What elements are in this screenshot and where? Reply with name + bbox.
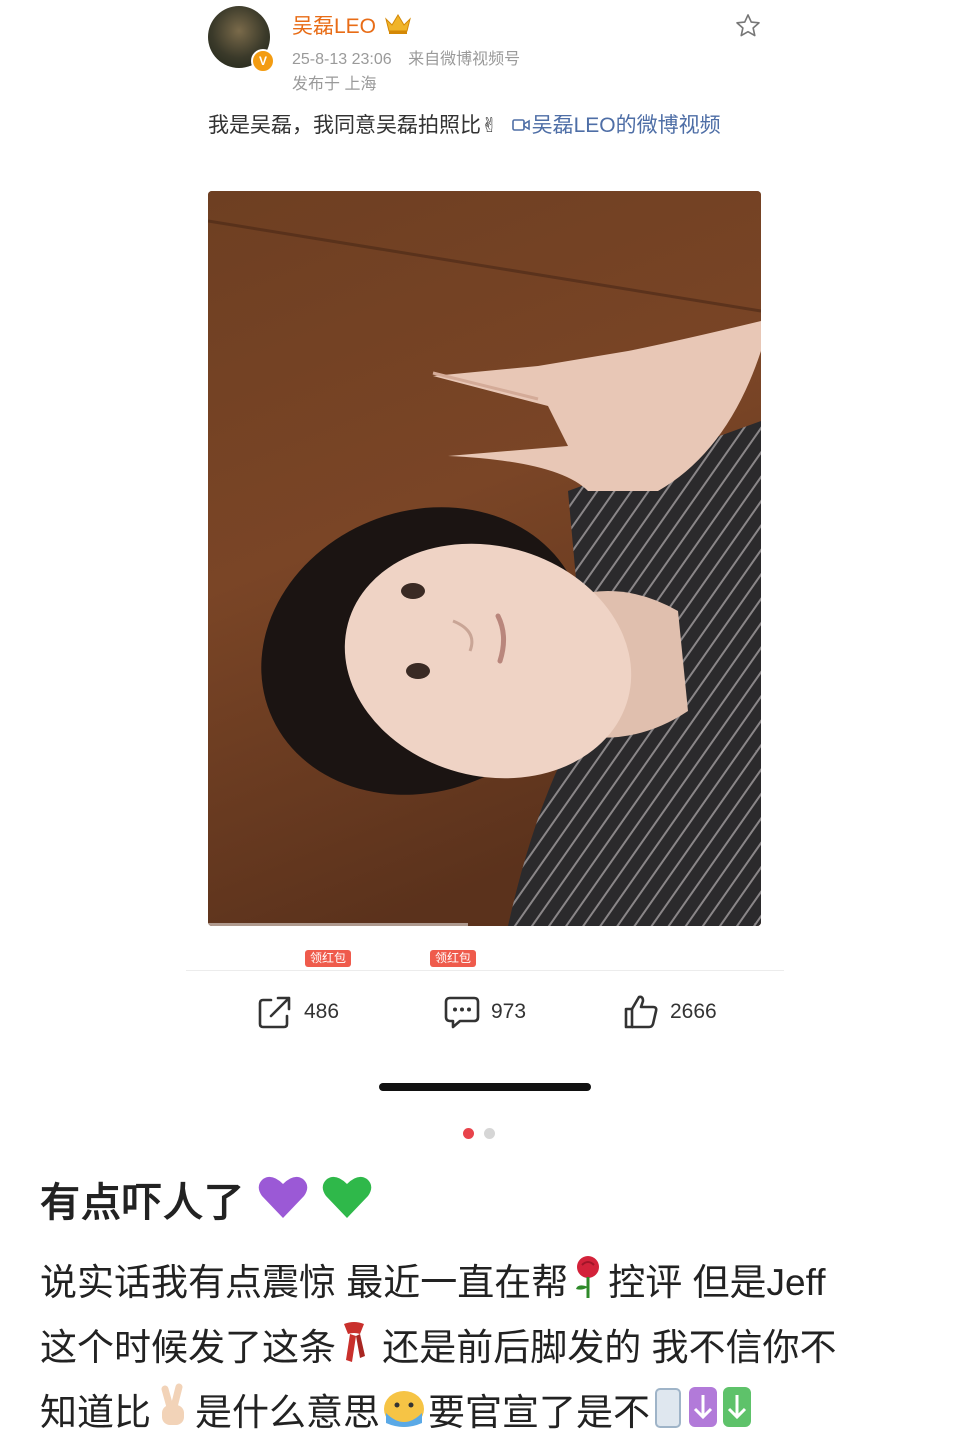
video-link-label: 吴磊LEO的微博视频 (531, 114, 721, 137)
post-photo[interactable] (208, 191, 761, 926)
crying-face-icon (384, 1391, 424, 1427)
post-text: 我是吴磊，我同意吴磊拍照比✌ 吴磊LEO的微博视频 (208, 110, 758, 142)
favorite-star-icon[interactable] (734, 12, 762, 40)
pager-dot[interactable] (484, 1128, 495, 1139)
victory-emoji-icon: ✌ (481, 115, 498, 137)
post-source: 来自微博视频号 (408, 51, 521, 68)
screenshot-page: V 吴磊LEO 25-8-13 23:06 来自微博视频号 发布于 上海 我是吴… (0, 0, 970, 1434)
video-link[interactable]: 吴磊LEO的微博视频 (504, 114, 721, 137)
caption-text: 说实话我有点震惊 最近一直在帮 (40, 1262, 569, 1303)
post-body: 我是吴磊，我同意吴磊拍照比 (208, 114, 481, 137)
caption-body: 说实话我有点震惊 最近一直在帮 控评 但是Jeff 这个时候发了这条 还是前后脚… (40, 1250, 940, 1434)
caption-text: 这个时候发了这条 (40, 1327, 336, 1368)
share-icon (258, 996, 291, 1029)
comment-icon (444, 996, 480, 1029)
caption-title-text: 有点吓人了 (40, 1181, 245, 1225)
comment-count: 973 (491, 1000, 527, 1023)
caption-text: 还是前后脚发的 我不信你不 (372, 1327, 837, 1368)
caption-title: 有点吓人了 (40, 1170, 373, 1228)
green-down-arrow-icon (723, 1387, 751, 1427)
thumbs-up-icon (624, 995, 658, 1029)
like-count: 2666 (670, 1000, 717, 1023)
caption-line: 说实话我有点震惊 最近一直在帮 控评 但是Jeff (40, 1250, 940, 1315)
card-divider (186, 970, 784, 971)
caption-line: 知道比 是什么意思 要官宣了是不 (40, 1380, 940, 1434)
post-meta: 25-8-13 23:06 来自微博视频号 (292, 45, 520, 69)
caption-text: 要官宣了是不 (428, 1392, 650, 1433)
pager-dot-active[interactable] (463, 1128, 474, 1139)
redpack-badge[interactable]: 领红包 (430, 950, 477, 967)
video-camera-icon (511, 119, 530, 131)
rose-icon (576, 1256, 600, 1298)
share-button[interactable]: 486 (256, 994, 339, 1030)
caption-line: 这个时候发了这条 还是前后脚发的 我不信你不 (40, 1315, 940, 1380)
scarf-icon (344, 1322, 365, 1362)
purple-down-arrow-icon (689, 1387, 717, 1427)
author-name[interactable]: 吴磊LEO (292, 10, 376, 40)
phone-icon (655, 1388, 681, 1428)
verified-badge-icon: V (251, 49, 275, 73)
like-button[interactable]: 2666 (622, 994, 717, 1030)
share-count: 486 (304, 1000, 340, 1023)
comment-button[interactable]: 973 (443, 994, 526, 1030)
image-pager[interactable] (463, 1128, 495, 1139)
purple-heart-icon (258, 1176, 308, 1218)
caption-text: 知道比 (40, 1392, 151, 1433)
home-indicator (379, 1083, 591, 1091)
video-progress-bar (208, 923, 468, 926)
selfie-illustration (208, 191, 761, 926)
caption-text: 是什么意思 (195, 1392, 380, 1433)
caption-text: 控评 但是Jeff (608, 1262, 826, 1303)
crown-icon (385, 14, 411, 34)
post-timestamp: 25-8-13 23:06 (292, 51, 392, 68)
post-location: 发布于 上海 (292, 76, 377, 93)
victory-hand-icon (161, 1383, 184, 1425)
green-heart-icon (322, 1176, 372, 1218)
redpack-badge[interactable]: 领红包 (305, 950, 352, 967)
